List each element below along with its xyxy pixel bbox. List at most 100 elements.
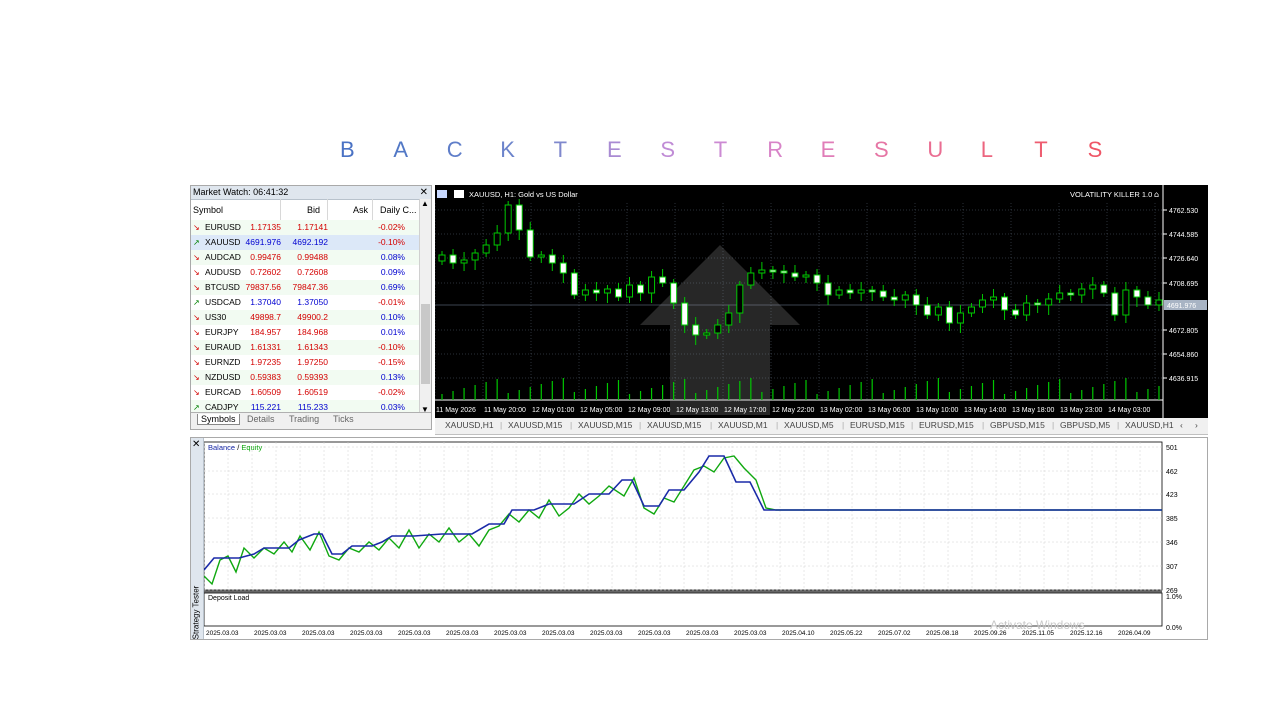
price-tick-label: 4762.530 (1169, 208, 1198, 215)
candle-body (581, 289, 589, 296)
market-watch-row[interactable]: ↘ US30 49898.7 49900.2 0.10% (191, 310, 421, 325)
balance-y-tick: 385 (1166, 516, 1178, 523)
svg-text:Balance / Equity: Balance / Equity (208, 443, 262, 452)
price-chart[interactable]: 4762.530 4744.585 4726.640 4708.695 4672.805… (434, 185, 1208, 418)
column-daily-change[interactable]: Daily C... (380, 200, 417, 220)
scrollbar[interactable]: ▲ ▼ (419, 199, 431, 414)
market-watch-row[interactable]: ↗ USDCAD 1.37040 1.37050 -0.01% (191, 295, 421, 310)
price-chart-svg[interactable]: 4762.530 4744.585 4726.640 4708.695 4672.805… (434, 185, 1208, 418)
candle-body (835, 289, 843, 296)
market-watch-row[interactable]: ↘ EURUSD 1.17135 1.17141 -0.02% (191, 220, 421, 235)
date-axis-label: 2025.03.03 (350, 630, 383, 637)
market-watch-row[interactable]: ↘ EURAUD 1.61331 1.61343 -0.10% (191, 340, 421, 355)
chart-tab[interactable]: XAUUSD,H1 (445, 420, 494, 430)
backtest-results-title: BACKTESTRESULTS (330, 136, 1110, 164)
market-watch-row[interactable]: ↘ EURJPY 184.957 184.968 0.01% (191, 325, 421, 340)
market-watch-row[interactable]: ↘ AUDUSD 0.72602 0.72608 0.09% (191, 265, 421, 280)
market-watch-title: Market Watch: 06:41:32 (193, 187, 289, 197)
candle-body (813, 274, 821, 284)
bid-cell: 0.99476 (250, 252, 281, 262)
daily-change-cell: -0.10% (378, 342, 405, 352)
chart-tab[interactable]: XAUUSD,H1 (1125, 420, 1174, 430)
symbol-cell: EURNZD (205, 357, 241, 367)
candle-body (614, 288, 622, 298)
title-letter: T (553, 137, 568, 162)
tab-divider: | (639, 420, 642, 430)
chart-tab[interactable]: GBPUSD,M15 (990, 420, 1045, 430)
balance-equity-chart[interactable]: 5014624233853463072691.0%0.0%Deposit Loa… (204, 438, 1208, 639)
candle-body (659, 276, 667, 284)
tab-scroll-left-icon[interactable]: ‹ (1180, 420, 1183, 430)
candle-body (692, 324, 700, 336)
chart-tab[interactable]: XAUUSD,M5 (784, 420, 834, 430)
candle-body (460, 259, 468, 264)
candle-body (923, 304, 931, 316)
time-axis-label: 13 May 06:00 (868, 407, 911, 414)
tab-symbols[interactable]: Symbols (197, 414, 240, 425)
time-axis-label: 13 May 14:00 (964, 407, 1007, 414)
strategy-tester-label: Strategy Tester (191, 585, 201, 640)
date-axis-label: 2025.03.03 (398, 630, 431, 637)
date-axis-label: 2025.03.03 (590, 630, 623, 637)
tester-sidebar: ✕ Strategy Tester (191, 438, 204, 639)
scrollbar-thumb[interactable] (421, 304, 430, 384)
candle-body (626, 284, 634, 298)
candle-body (1111, 292, 1119, 316)
market-watch-row[interactable]: ↘ BTCUSD 79837.56 79847.36 0.69% (191, 280, 421, 295)
column-ask[interactable]: Ask (353, 200, 368, 220)
candle-body (824, 282, 832, 296)
chart-tab[interactable]: EURUSD,M15 (919, 420, 974, 430)
chart-tab[interactable]: XAUUSD,M15 (578, 420, 632, 430)
tab-trading[interactable]: Trading (289, 414, 319, 424)
bid-cell: 1.17135 (250, 222, 281, 232)
candle-body (802, 274, 810, 278)
ask-cell: 4692.192 (292, 237, 328, 247)
tab-divider: | (1052, 420, 1055, 430)
close-icon[interactable]: ✕ (420, 186, 428, 199)
hat-icon: ⌂ (1154, 190, 1159, 199)
market-watch-row[interactable]: ↘ EURCAD 1.60509 1.60519 -0.02% (191, 385, 421, 400)
candle-body (890, 296, 898, 301)
date-axis-label: 2025.03.03 (542, 630, 575, 637)
chart-tab[interactable]: XAUUSD,M15 (647, 420, 701, 430)
tab-ticks[interactable]: Ticks (333, 414, 354, 424)
candle-body (603, 288, 611, 294)
arrow-up-icon: ↗ (193, 298, 200, 307)
chart-tab[interactable]: XAUUSD,M1 (718, 420, 768, 430)
column-symbol[interactable]: Symbol (193, 200, 223, 220)
market-watch-row[interactable]: ↘ NZDUSD 0.59383 0.59393 0.13% (191, 370, 421, 385)
arrow-down-icon: ↘ (193, 328, 200, 337)
candle-body (846, 289, 854, 294)
candle-body (637, 284, 645, 294)
daily-change-cell: -0.15% (378, 357, 405, 367)
candle-body (791, 272, 799, 278)
candle-body (703, 332, 711, 336)
column-bid[interactable]: Bid (307, 200, 320, 220)
ask-cell: 0.59393 (297, 372, 328, 382)
tab-divider: | (911, 420, 914, 430)
time-axis-label: 12 May 01:00 (532, 407, 575, 414)
chart-tab[interactable]: XAUUSD,M15 (508, 420, 562, 430)
chart-tab[interactable]: GBPUSD,M5 (1060, 420, 1110, 430)
close-icon[interactable]: ✕ (192, 439, 200, 450)
daily-change-cell: -0.10% (378, 237, 405, 247)
tab-details[interactable]: Details (247, 414, 275, 424)
title-letter: K (500, 137, 515, 162)
time-axis-label: 11 May 20:00 (484, 407, 526, 414)
ask-cell: 79847.36 (292, 282, 328, 292)
market-watch-row[interactable]: ↘ EURNZD 1.97235 1.97250 -0.15% (191, 355, 421, 370)
market-watch-row[interactable]: ↘ AUDCAD 0.99476 0.99488 0.08% (191, 250, 421, 265)
candle-body (471, 252, 479, 261)
scroll-up-icon[interactable]: ▲ (421, 199, 429, 208)
tab-scroll-right-icon[interactable]: › (1195, 420, 1198, 430)
chart-tab[interactable]: EURUSD,M15 (850, 420, 905, 430)
arrow-down-icon: ↘ (193, 253, 200, 262)
candle-body (945, 306, 953, 324)
market-watch-row[interactable]: ↗ XAUUSD 4691.976 4692.192 -0.10% (191, 235, 421, 250)
candle-body (493, 232, 501, 246)
candle-body (1012, 309, 1020, 316)
indicator-label: VOLATILITY KILLER 1.0 (1070, 190, 1152, 199)
time-axis-label: 12 May 05:00 (580, 407, 623, 414)
candle-body (769, 269, 777, 273)
candle-body (504, 204, 512, 234)
